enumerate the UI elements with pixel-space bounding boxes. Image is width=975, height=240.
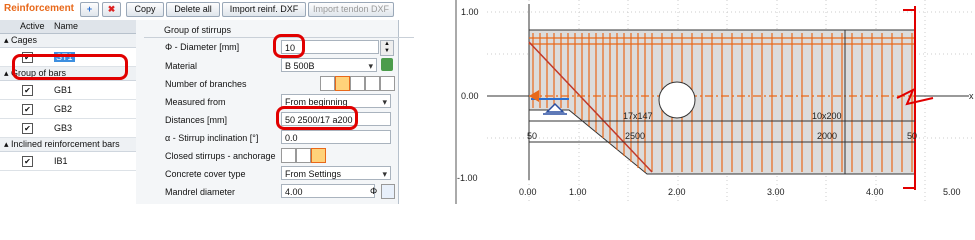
highlight-st1 [12, 54, 128, 80]
dim-2000: 2000 [817, 131, 837, 141]
tree-row-gb1[interactable]: ✔ GB1 [0, 81, 136, 100]
branches-3-icon[interactable] [350, 76, 365, 91]
material-select[interactable]: B 500B [281, 58, 377, 73]
y-tick-neg1: -1.00 [457, 173, 478, 183]
inclination-label: α - Stirrup inclination [°] [165, 133, 259, 143]
cover-select[interactable]: From Settings [281, 166, 391, 181]
y-tick-0: 0.00 [461, 91, 479, 101]
checkbox-ib1[interactable]: ✔ [22, 156, 33, 167]
copy-button[interactable]: Copy [126, 2, 164, 17]
x-tick-3: 3.00 [767, 187, 785, 197]
pencil-icon[interactable] [381, 184, 395, 199]
measured-label: Measured from [165, 97, 226, 107]
dim-2500: 2500 [625, 131, 645, 141]
group-cages[interactable]: ▴ Cages [0, 34, 136, 48]
tree-header: Active Name [0, 20, 136, 34]
branches-5-icon[interactable] [380, 76, 395, 91]
mandrel-input[interactable]: 4.00 [281, 184, 375, 198]
inclination-input[interactable]: 0.0 [281, 130, 391, 144]
material-label: Material [165, 61, 198, 71]
opening-circle [658, 81, 696, 119]
tree-row-gb3[interactable]: ✔ GB3 [0, 119, 136, 138]
dim-left: 50 [527, 131, 537, 141]
drawing-canvas[interactable]: 1.00 0.00 -1.00 0.00 1.00 2.00 3.00 4.00… [455, 0, 975, 204]
row-name: GB1 [54, 85, 73, 95]
branches-1-icon[interactable] [320, 76, 335, 91]
distances-label: Distances [mm] [165, 115, 228, 125]
branches-label: Number of branches [165, 79, 247, 89]
spacing-label-b: 10x200 [812, 111, 842, 121]
group-inclined[interactable]: ▴ Inclined reinforcement bars [0, 138, 136, 152]
y-tick-1: 1.00 [461, 7, 479, 17]
diameter-label: Φ - Diameter [mm] [165, 42, 240, 52]
spacing-label-a: 17x147 [623, 111, 653, 121]
add-button[interactable]: + [80, 2, 99, 17]
row-name: GB2 [54, 104, 73, 114]
beam-drawing: 1.00 0.00 -1.00 0.00 1.00 2.00 3.00 4.00… [457, 0, 975, 204]
x-tick-1: 1.00 [569, 187, 587, 197]
row-name: IB1 [54, 156, 68, 166]
highlight-distances [276, 106, 358, 130]
reinforcement-tree: Active Name ▴ Cages ✔ ST1 ▴ Group of bar… [0, 20, 137, 204]
checkbox-gb1[interactable]: ✔ [22, 85, 33, 96]
mandrel-unit: Φ [370, 186, 378, 196]
x-tick-4: 4.00 [866, 187, 884, 197]
import-reinf-dxf-button[interactable]: Import reinf. DXF [222, 2, 306, 17]
diameter-spinner[interactable]: ▲ ▼ [380, 40, 394, 56]
tree-row-gb2[interactable]: ✔ GB2 [0, 100, 136, 119]
refresh-icon[interactable] [381, 58, 393, 71]
anchorage-label: Closed stirrups - anchorage [165, 151, 276, 161]
plus-icon: + [86, 4, 93, 14]
x-tick-0: 0.00 [519, 187, 537, 197]
tree-row-ib1[interactable]: ✔ IB1 [0, 152, 136, 171]
col-name: Name [54, 21, 79, 31]
x-icon: ✖ [107, 4, 116, 14]
panel-title: Reinforcement [4, 3, 75, 14]
row-name: GB3 [54, 123, 73, 133]
delete-button[interactable]: ✖ [102, 2, 121, 17]
hook-2-icon[interactable] [296, 148, 311, 163]
x-tick-5: 5.00 [943, 187, 961, 197]
hook-3-icon[interactable] [311, 148, 326, 163]
x-axis-label: x [969, 91, 974, 101]
mandrel-label: Mandrel diameter [165, 187, 236, 197]
hook-1-icon[interactable] [281, 148, 296, 163]
dim-right: 50 [907, 131, 917, 141]
import-tendon-dxf-button: Import tendon DXF [308, 2, 394, 17]
branches-4-icon[interactable] [365, 76, 380, 91]
x-tick-2: 2.00 [668, 187, 686, 197]
branches-2-icon[interactable] [335, 76, 350, 91]
checkbox-gb3[interactable]: ✔ [22, 123, 33, 134]
col-active: Active [20, 21, 45, 31]
delete-all-button[interactable]: Delete all [166, 2, 220, 17]
checkbox-gb2[interactable]: ✔ [22, 104, 33, 115]
cover-label: Concrete cover type [165, 169, 246, 179]
highlight-diameter [273, 34, 305, 58]
